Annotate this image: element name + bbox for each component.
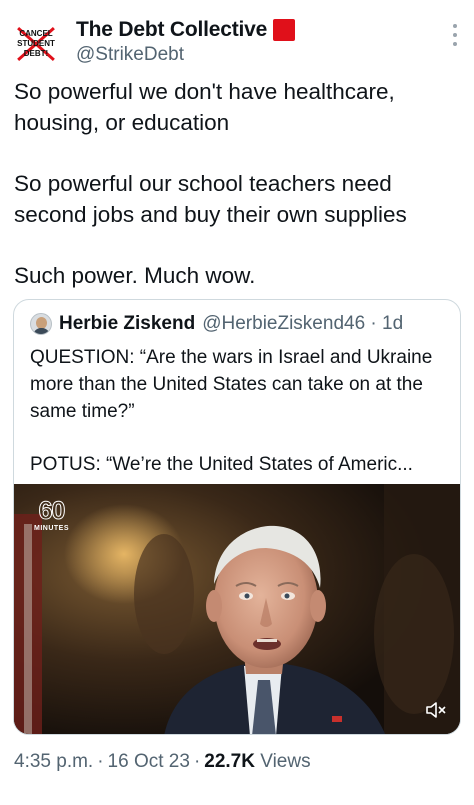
cancel-student-debt-logo: CANCEL STUDENT DEBT! [12,20,60,68]
svg-text:CANCEL: CANCEL [19,29,52,38]
speaker-muted-icon[interactable] [424,700,448,720]
quoted-tweet[interactable]: Herbie Ziskend @HerbieZiskend46 · 1d QUE… [13,299,461,735]
tweet: CANCEL STUDENT DEBT! The Debt Collective… [0,0,474,805]
red-square-emoji [273,19,296,41]
video-thumbnail [14,484,460,734]
author-handle[interactable]: @StrikeDebt [76,44,184,66]
author-display-name[interactable]: The Debt Collective [76,18,267,42]
more-options-icon[interactable] [452,24,458,46]
tweet-paragraph: Such power. Much wow. [14,263,256,288]
quoted-author-name[interactable]: Herbie Ziskend [59,313,195,335]
tweet-paragraph: So powerful our school teachers need sec… [14,171,407,227]
quoted-author-avatar[interactable] [30,313,52,335]
sixty-minutes-logo: 60 MINUTES [34,497,69,532]
svg-text:DEBT!: DEBT! [24,49,48,58]
svg-text:STUDENT: STUDENT [17,39,55,48]
tweet-time[interactable]: 4:35 p.m. [14,751,93,772]
quoted-author-handle: @HerbieZiskend46 · 1d [202,313,404,334]
views-label: Views [260,751,311,772]
video-player[interactable]: 60 MINUTES [14,484,460,734]
author-avatar[interactable]: CANCEL STUDENT DEBT! [12,20,60,68]
tweet-paragraph: So powerful we don't have healthcare, ho… [14,79,395,135]
quoted-tweet-header: Herbie Ziskend @HerbieZiskend46 · 1d [30,313,403,335]
author-name-row: The Debt Collective [76,18,296,42]
quoted-tweet-text: QUESTION: “Are the wars in Israel and Uk… [30,344,450,478]
quoted-potus: POTUS: “We’re the United States of Ameri… [30,454,413,475]
tweet-meta: 4:35 p.m. · 16 Oct 23 · 22.7K Views [14,751,311,772]
tweet-date[interactable]: 16 Oct 23 [108,751,190,772]
views-count: 22.7K [204,751,255,772]
tweet-text: So powerful we don't have healthcare, ho… [14,76,464,291]
quoted-handle-text: @HerbieZiskend46 [202,313,366,334]
logo-sub: MINUTES [34,525,69,532]
quoted-question: QUESTION: “Are the wars in Israel and Uk… [30,347,433,422]
quoted-time: 1d [382,313,404,334]
logo-number: 60 [38,497,66,525]
